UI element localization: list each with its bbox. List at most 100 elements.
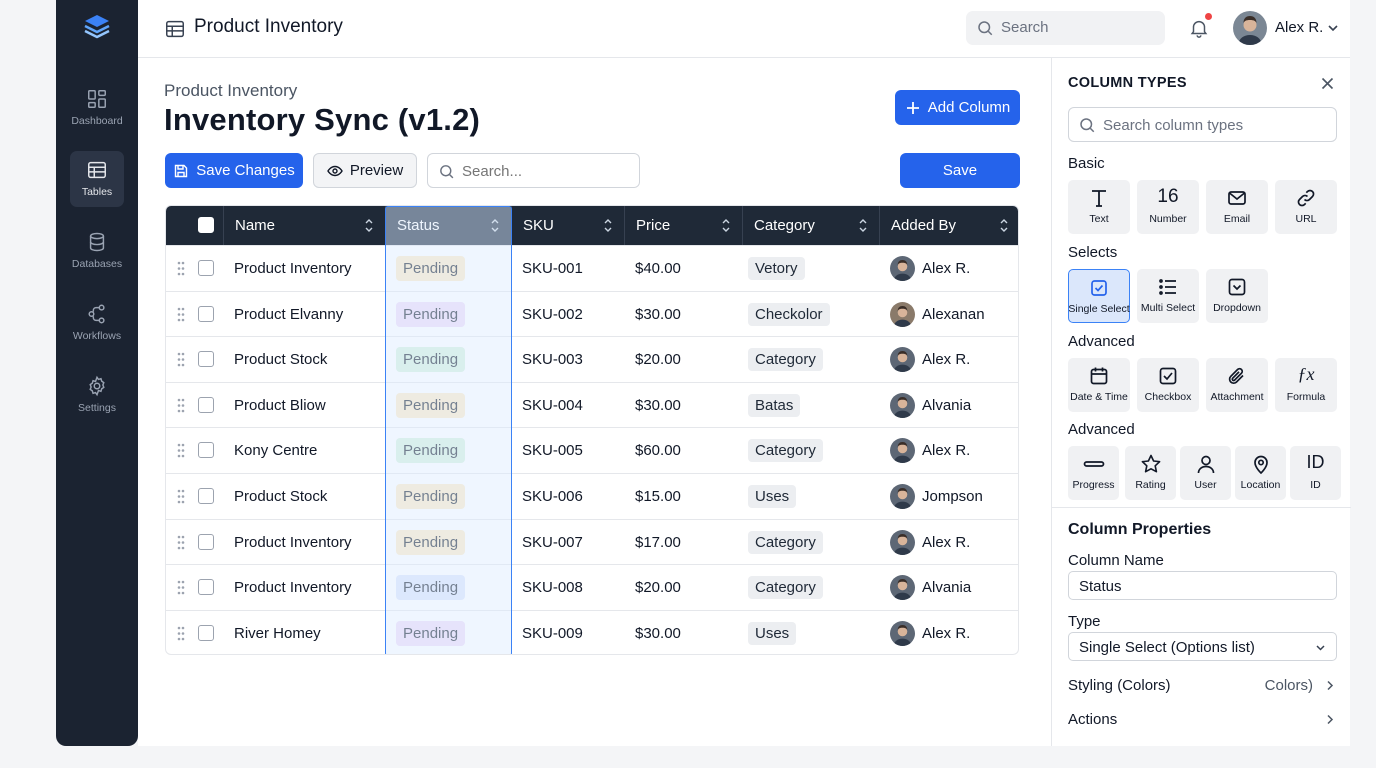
actions-row[interactable]: Actions [1068, 711, 1337, 728]
sort-icon[interactable] [489, 218, 501, 233]
cell-status[interactable]: Pending [396, 611, 466, 654]
drag-handle-icon[interactable] [177, 443, 185, 458]
column-type-search-input[interactable]: Search column types [1068, 107, 1337, 142]
table-row[interactable]: River Homey Pending SKU-009 $30.00 Uses Alex … [166, 609, 1018, 654]
cell-name[interactable]: Product Elvanny [234, 292, 343, 337]
row-checkbox[interactable] [198, 579, 214, 596]
row-checkbox[interactable] [198, 351, 214, 368]
type-number[interactable]: 16 Number [1137, 180, 1199, 234]
cell-name[interactable]: River Homey [234, 611, 321, 654]
sort-icon[interactable] [998, 218, 1010, 233]
cell-category[interactable]: Uses [748, 611, 797, 654]
cell-status[interactable]: Pending [396, 474, 466, 519]
breadcrumb[interactable]: Product Inventory [164, 81, 297, 101]
cell-sku[interactable]: SKU-008 [522, 565, 583, 610]
cell-added-by[interactable]: Jompson [890, 474, 983, 519]
cell-name[interactable]: Product Inventory [234, 565, 352, 610]
column-header-sku[interactable]: SKU [512, 206, 625, 245]
cell-category[interactable]: Batas [748, 383, 801, 428]
cell-price[interactable]: $40.00 [635, 246, 681, 291]
cell-added-by[interactable]: Alex R. [890, 611, 970, 654]
type-dropdown[interactable]: Dropdown [1206, 269, 1268, 323]
cell-sku[interactable]: SKU-009 [522, 611, 583, 654]
type-email[interactable]: Email [1206, 180, 1268, 234]
row-checkbox[interactable] [198, 396, 214, 413]
type-location[interactable]: Location [1235, 446, 1286, 500]
cell-status[interactable]: Pending [396, 337, 466, 382]
cell-added-by[interactable]: Alex R. [890, 337, 970, 382]
cell-added-by[interactable]: Alex R. [890, 520, 970, 565]
sidebar-item-settings[interactable]: Settings [70, 367, 124, 423]
cell-name[interactable]: Product Inventory [234, 520, 352, 565]
user-name[interactable]: Alex R. [1275, 19, 1323, 36]
table-row[interactable]: Product Elvanny Pending SKU-002 $30.00 Check… [166, 290, 1018, 337]
row-checkbox[interactable] [198, 533, 214, 550]
cell-added-by[interactable]: Alexanan [890, 292, 985, 337]
cell-status[interactable]: Pending [396, 565, 466, 610]
cell-sku[interactable]: SKU-004 [522, 383, 583, 428]
cell-sku[interactable]: SKU-002 [522, 292, 583, 337]
row-checkbox[interactable] [198, 305, 214, 322]
row-checkbox[interactable] [198, 488, 214, 504]
type-checkbox[interactable]: Checkbox [1137, 358, 1199, 412]
cell-price[interactable]: $30.00 [635, 611, 681, 654]
cell-price[interactable]: $20.00 [635, 337, 681, 382]
cell-price[interactable]: $30.00 [635, 292, 681, 337]
add-column-button[interactable]: Add Column [895, 90, 1020, 125]
column-header-added-by[interactable]: Added By [880, 206, 1018, 245]
drag-handle-icon[interactable] [177, 489, 185, 504]
table-row[interactable]: Product Inventory Pending SKU-008 $20.00 Cat… [166, 564, 1018, 610]
sidebar-item-databases[interactable]: Databases [70, 223, 124, 279]
type-url[interactable]: URL [1275, 180, 1337, 234]
type-text[interactable]: Text [1068, 180, 1130, 234]
drag-handle-icon[interactable] [177, 580, 185, 595]
sort-icon[interactable] [602, 218, 614, 233]
global-search-input[interactable]: Search [966, 11, 1165, 45]
preview-button[interactable]: Preview [313, 153, 417, 188]
sort-icon[interactable] [363, 218, 375, 233]
type-id[interactable]: ID ID [1290, 446, 1341, 500]
cell-sku[interactable]: SKU-001 [522, 246, 583, 291]
drag-handle-icon[interactable] [177, 307, 185, 322]
table-row[interactable]: Product Bliow Pending SKU-004 $30.00 Batas Al… [166, 381, 1018, 428]
cell-added-by[interactable]: Alvania [890, 383, 971, 428]
row-checkbox[interactable] [198, 442, 214, 459]
drag-handle-icon[interactable] [177, 261, 185, 276]
cell-category[interactable]: Category [748, 428, 823, 473]
cell-category[interactable]: Checkolor [748, 292, 830, 337]
type-user[interactable]: User [1180, 446, 1231, 500]
drag-handle-icon[interactable] [177, 535, 185, 550]
sort-icon[interactable] [857, 218, 869, 233]
type-date-time[interactable]: Date & Time [1068, 358, 1130, 412]
drag-handle-icon[interactable] [177, 398, 185, 413]
cell-status[interactable]: Pending [396, 383, 466, 428]
cell-category[interactable]: Uses [748, 474, 797, 519]
cell-added-by[interactable]: Alex R. [890, 428, 970, 473]
cell-price[interactable]: $20.00 [635, 565, 681, 610]
type-multi-select[interactable]: Multi Select [1137, 269, 1199, 323]
type-formula[interactable]: ƒx Formula [1275, 358, 1337, 412]
styling-row[interactable]: Styling (Colors) Colors) [1068, 677, 1337, 694]
cell-status[interactable]: Pending [396, 520, 466, 565]
cell-name[interactable]: Product Inventory [234, 246, 352, 291]
type-attachment[interactable]: Attachment [1206, 358, 1268, 412]
row-checkbox[interactable] [198, 260, 214, 276]
table-row[interactable]: Product Inventory Pending SKU-007 $17.00 Cat… [166, 518, 1018, 565]
column-header-name[interactable]: Name [224, 206, 386, 245]
cell-sku[interactable]: SKU-007 [522, 520, 583, 565]
cell-category[interactable]: Category [748, 565, 823, 610]
column-header-price[interactable]: Price [625, 206, 743, 245]
cell-added-by[interactable]: Alvania [890, 565, 971, 610]
save-button[interactable]: Save [900, 153, 1020, 188]
chevron-down-icon[interactable] [1326, 21, 1340, 35]
sidebar-item-tables[interactable]: Tables [70, 151, 124, 207]
table-row[interactable]: Product Inventory Pending SKU-001 $40.00 Vet… [166, 245, 1018, 291]
type-progress[interactable]: Progress [1068, 446, 1119, 500]
cell-price[interactable]: $15.00 [635, 474, 681, 519]
drag-handle-icon[interactable] [177, 626, 185, 641]
close-icon[interactable] [1320, 76, 1335, 91]
table-search-field[interactable] [427, 153, 640, 188]
table-row[interactable]: Product Stock Pending SKU-006 $15.00 Uses Jom… [166, 473, 1018, 519]
cell-name[interactable]: Product Stock [234, 474, 327, 519]
table-row[interactable]: Product Stock Pending SKU-003 $20.00 Categor… [166, 336, 1018, 382]
